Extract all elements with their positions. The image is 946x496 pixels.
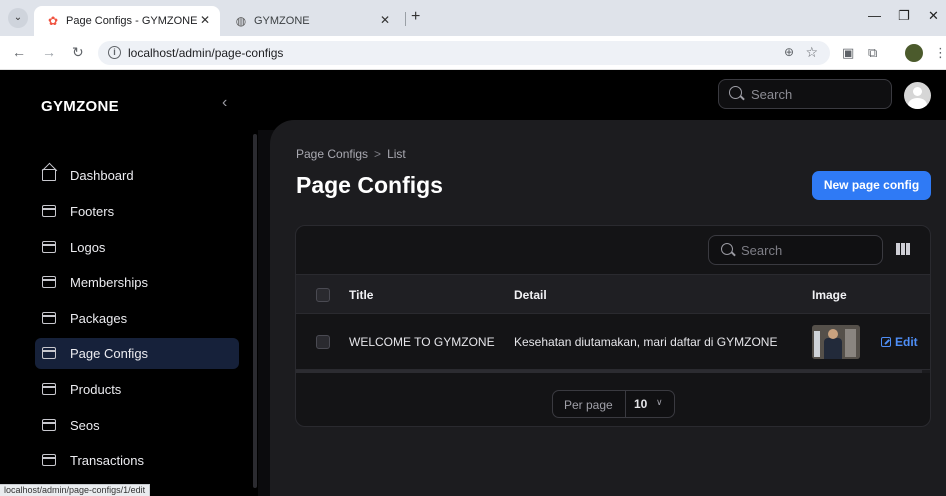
table-row[interactable]: WELCOME TO GYMZONE Kesehatan diutamakan,… [296, 314, 930, 370]
site-info-icon[interactable]: i [108, 46, 121, 59]
tab-close-icon[interactable]: ✕ [200, 13, 210, 27]
status-bar-url: localhost/admin/page-configs/1/edit [0, 484, 151, 496]
tab-separator [405, 12, 406, 26]
new-tab-button[interactable]: + [411, 8, 420, 26]
sidebar-scrollbar[interactable] [253, 134, 257, 488]
search-placeholder: Search [741, 243, 783, 258]
table-header: Title Detail Image [296, 274, 930, 314]
page-title: Page Configs [296, 172, 443, 198]
new-page-config-button[interactable]: New page config [812, 171, 931, 200]
column-header-title[interactable]: Title [349, 288, 373, 302]
per-page-label: Per page [564, 398, 613, 412]
inbox-icon [41, 241, 56, 253]
edit-label: Edit [895, 335, 918, 349]
sidebar-item-footers[interactable]: Footers [35, 196, 239, 227]
sidebar-item-page-configs[interactable]: Page Configs [35, 338, 239, 369]
tab-title: GYMZONE [254, 15, 310, 27]
user-avatar[interactable] [904, 82, 931, 109]
restore-icon[interactable]: ❐ [898, 8, 910, 24]
address-bar[interactable]: i localhost/admin/page-configs ⊕ ☆ [98, 41, 830, 65]
inbox-icon [41, 276, 56, 288]
column-header-image[interactable]: Image [812, 288, 847, 302]
sidebar-item-products[interactable]: Products [35, 374, 239, 405]
bookmark-star-icon[interactable]: ☆ [805, 44, 818, 61]
tab-title: Page Configs - GYMZONE [66, 15, 198, 27]
sidebar-item-seos[interactable]: Seos [35, 410, 239, 441]
sidebar-item-label: Footers [70, 204, 115, 219]
per-page-divider [625, 391, 626, 417]
sidebar-item-memberships[interactable]: Memberships [35, 267, 239, 298]
search-icon [721, 243, 733, 255]
edit-row-link[interactable]: Edit [881, 335, 918, 349]
forward-icon[interactable]: → [42, 44, 56, 60]
tab-search-chevron-icon[interactable]: ⌄ [8, 8, 28, 28]
close-window-icon[interactable]: ✕ [928, 8, 939, 24]
breadcrumb: Page Configs > List [296, 147, 406, 161]
collapse-sidebar-icon[interactable]: ‹ [222, 94, 227, 112]
per-page-select[interactable]: Per page 10 ∨ [552, 390, 675, 418]
reload-icon[interactable]: ↻ [72, 44, 84, 61]
sidebar-item-label: Memberships [70, 275, 149, 290]
sidebar-item-label: Page Configs [70, 346, 149, 361]
inbox-icon [41, 347, 56, 359]
cell-title: WELCOME TO GYMZONE [349, 335, 495, 349]
globe-favicon-icon: ◍ [235, 14, 247, 28]
back-icon[interactable]: ← [12, 44, 26, 60]
chevron-down-icon: ∨ [656, 397, 663, 407]
inbox-icon [41, 419, 56, 431]
sidebar-item-label: Transactions [70, 453, 144, 468]
sidebar-item-logos[interactable]: Logos [35, 232, 239, 263]
inbox-icon [41, 312, 56, 324]
inbox-icon [41, 205, 56, 217]
browser-menu-icon[interactable]: ⋮ [934, 45, 946, 61]
edit-icon [881, 337, 891, 347]
global-search-input[interactable]: Search [718, 79, 892, 109]
brand-logo[interactable]: GYMZONE [41, 98, 119, 115]
sidebar-item-label: Dashboard [70, 168, 134, 183]
browser-profile-avatar[interactable] [905, 44, 923, 62]
per-page-value[interactable]: 10 [634, 397, 647, 411]
sidebar-item-dashboard[interactable]: Dashboard [35, 160, 239, 191]
browser-toolbar: ← → ↻ i localhost/admin/page-configs ⊕ ☆… [0, 36, 946, 70]
admin-app: GYMZONE ‹ Search Dashboard Footers Logos… [0, 70, 946, 496]
column-header-detail[interactable]: Detail [514, 288, 547, 302]
inbox-icon [41, 454, 56, 466]
browser-tab-active[interactable]: ✿ Page Configs - GYMZONE ✕ [34, 6, 220, 36]
table-search-input[interactable]: Search [708, 235, 883, 265]
main-content: Page Configs > List Page Configs New page … [270, 120, 946, 496]
sidebar-item-transactions[interactable]: Transactions [35, 445, 239, 476]
zoom-icon[interactable]: ⊕ [784, 45, 794, 59]
search-placeholder: Search [751, 87, 793, 102]
sidebar-item-label: Packages [70, 311, 128, 326]
home-icon [42, 169, 56, 181]
cell-detail: Kesehatan diutamakan, mari daftar di GYM… [514, 335, 778, 349]
search-icon [729, 86, 742, 99]
browser-tab-bar: ⌄ ✿ Page Configs - GYMZONE ✕ ◍ GYMZONE ✕… [0, 0, 946, 36]
tab-close-icon[interactable]: ✕ [380, 13, 390, 27]
reading-mode-icon[interactable]: ▣ [842, 45, 854, 61]
browser-tab-inactive[interactable]: ◍ GYMZONE ✕ [222, 6, 400, 36]
sidebar-item-label: Logos [70, 240, 106, 255]
sidebar-item-packages[interactable]: Packages [35, 303, 239, 334]
sidebar: Dashboard Footers Logos Memberships Pack… [0, 130, 258, 496]
breadcrumb-item-list: List [387, 147, 406, 161]
row-checkbox[interactable] [316, 335, 330, 349]
records-table: Search Title Detail Image WELCOME TO GYM… [295, 225, 931, 427]
minimize-icon[interactable]: — [868, 8, 881, 23]
breadcrumb-separator: > [374, 147, 382, 161]
laravel-favicon-icon: ✿ [47, 14, 59, 28]
row-image-thumbnail [812, 325, 860, 359]
inbox-icon [41, 383, 56, 395]
sidebar-item-label: Seos [70, 418, 100, 433]
column-toggle-icon[interactable] [896, 243, 910, 255]
address-url[interactable]: localhost/admin/page-configs [128, 46, 283, 60]
select-all-checkbox[interactable] [316, 288, 330, 302]
table-horizontal-scrollbar[interactable] [296, 370, 930, 373]
sidebar-item-label: Products [70, 382, 122, 397]
extensions-icon[interactable]: ⧉ [868, 45, 877, 61]
breadcrumb-item-page-configs[interactable]: Page Configs [296, 147, 368, 161]
